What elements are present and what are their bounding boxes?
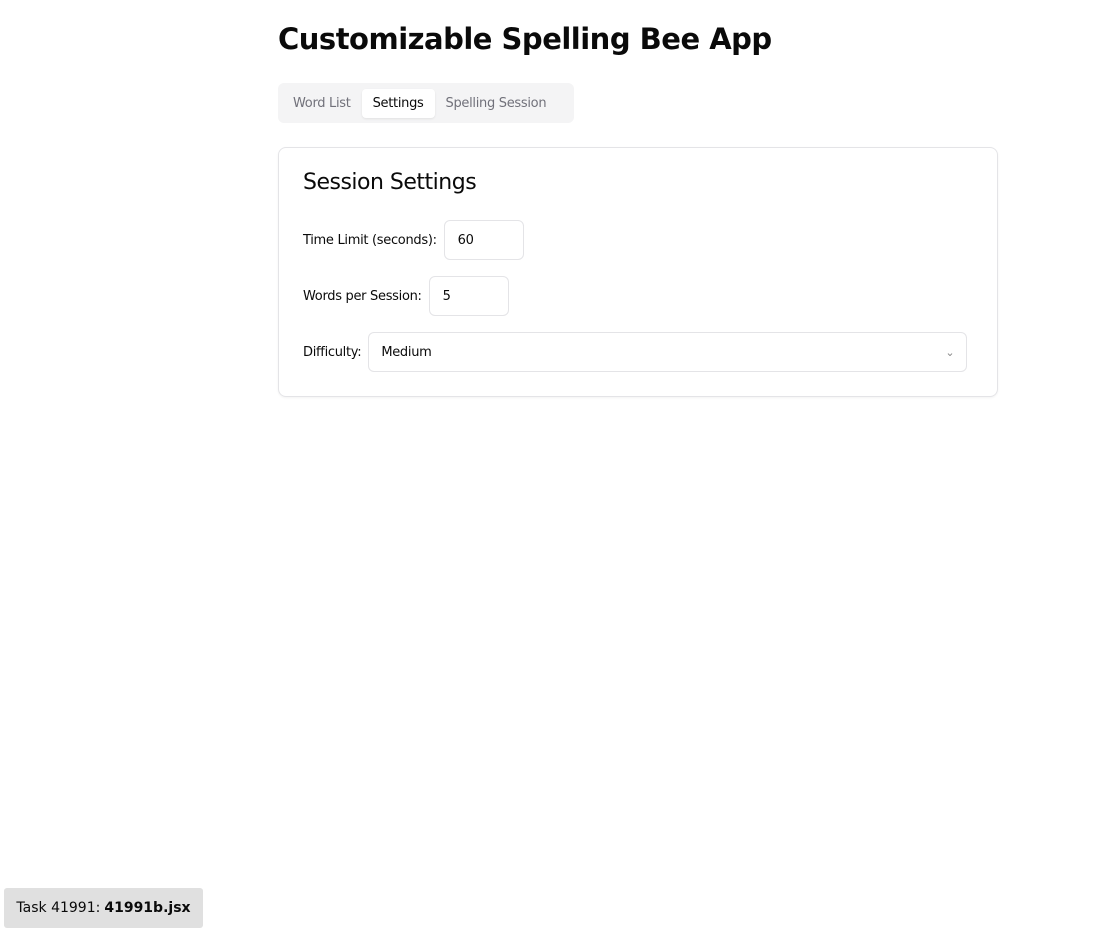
words-per-session-label: Words per Session: xyxy=(303,288,422,304)
task-file: 41991b.jsx xyxy=(104,900,191,916)
tab-list: Word List Settings Spelling Session xyxy=(278,83,574,123)
page-title: Customizable Spelling Bee App xyxy=(278,22,772,56)
difficulty-row: Difficulty: Medium ⌄ xyxy=(303,332,968,372)
tab-settings[interactable]: Settings xyxy=(361,88,435,118)
chevron-down-icon: ⌄ xyxy=(945,345,955,359)
tab-spelling-session[interactable]: Spelling Session xyxy=(435,89,558,118)
time-limit-row: Time Limit (seconds): 60 xyxy=(303,220,524,260)
words-per-session-row: Words per Session: 5 xyxy=(303,276,509,316)
session-settings-card: Session Settings Time Limit (seconds): 6… xyxy=(278,147,998,397)
difficulty-label: Difficulty: xyxy=(303,344,362,360)
difficulty-value: Medium xyxy=(381,344,432,360)
tab-word-list[interactable]: Word List xyxy=(282,89,362,118)
card-title: Session Settings xyxy=(303,170,477,195)
words-per-session-input[interactable]: 5 xyxy=(428,276,509,316)
task-badge: Task 41991: 41991b.jsx xyxy=(4,888,203,928)
difficulty-select[interactable]: Medium ⌄ xyxy=(368,332,968,372)
time-limit-label: Time Limit (seconds): xyxy=(303,232,437,248)
task-label: Task 41991: xyxy=(16,900,101,916)
time-limit-input[interactable]: 60 xyxy=(443,220,524,260)
